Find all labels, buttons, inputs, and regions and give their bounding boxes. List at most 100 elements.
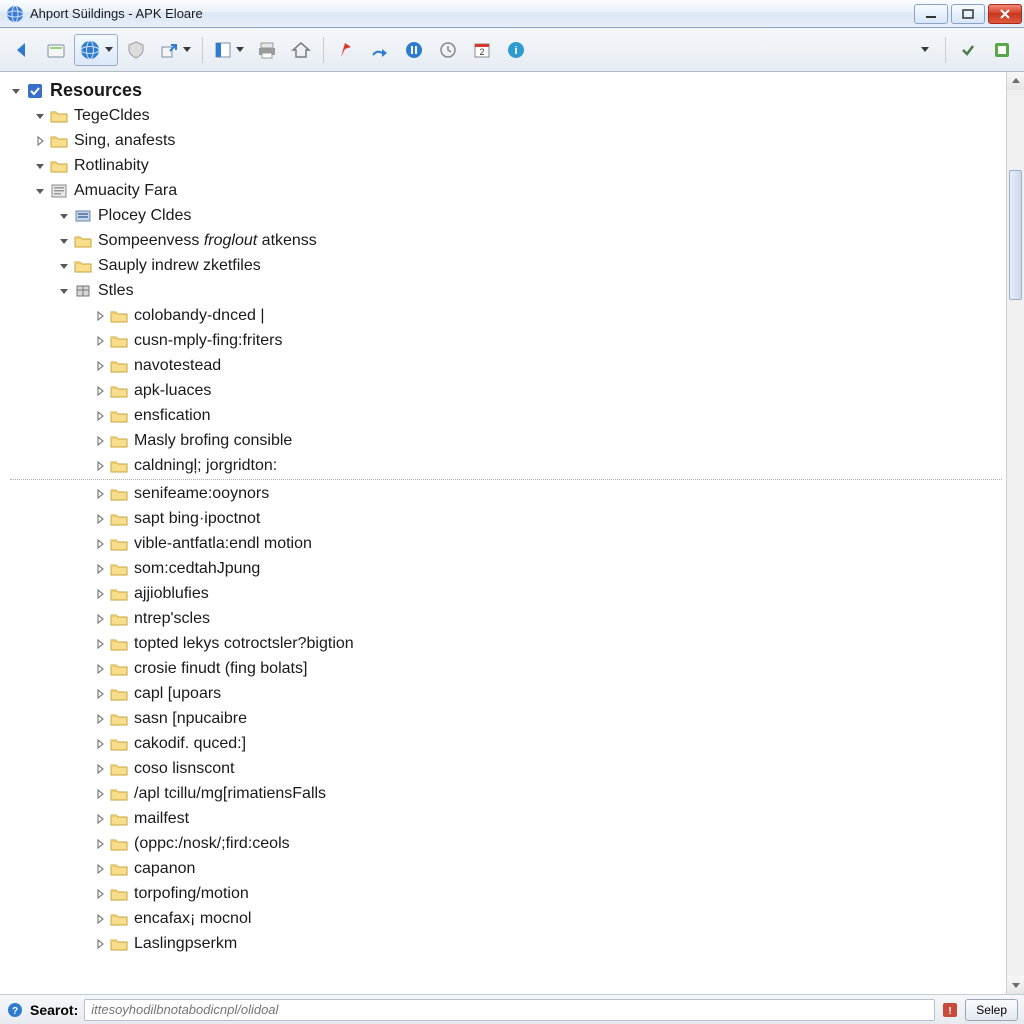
disclosure-icon[interactable] — [94, 663, 106, 675]
tree-item[interactable]: cusn-mply-fing:friters — [10, 328, 1002, 353]
back-button[interactable] — [6, 34, 38, 66]
search-button[interactable]: Selep — [965, 999, 1018, 1021]
check-button[interactable] — [952, 34, 984, 66]
print-button[interactable] — [251, 34, 283, 66]
disclosure-icon[interactable] — [94, 410, 106, 422]
disclosure-icon[interactable] — [94, 688, 106, 700]
scroll-up-arrow[interactable] — [1007, 72, 1024, 90]
globe-button[interactable] — [74, 34, 118, 66]
tree-item[interactable]: colobandy-dnced | — [10, 303, 1002, 328]
vertical-scrollbar[interactable] — [1006, 72, 1024, 994]
scroll-track[interactable] — [1007, 90, 1024, 976]
tree-item[interactable]: Plocey Cldes — [10, 203, 1002, 228]
disclosure-icon[interactable] — [34, 185, 46, 197]
scroll-down-arrow[interactable] — [1007, 976, 1024, 994]
tree-item[interactable]: capanon — [10, 856, 1002, 881]
tree-item-label: Laslingpserkm — [134, 935, 237, 953]
search-input[interactable] — [84, 999, 935, 1021]
tree-item[interactable]: apk-luaces — [10, 378, 1002, 403]
home-button[interactable] — [285, 34, 317, 66]
disclosure-icon[interactable] — [94, 385, 106, 397]
minimize-button[interactable] — [914, 4, 948, 24]
tree-item[interactable]: ensfication — [10, 403, 1002, 428]
calendar-button[interactable]: 2 — [466, 34, 498, 66]
disclosure-icon[interactable] — [94, 713, 106, 725]
disclosure-icon[interactable] — [94, 888, 106, 900]
disclosure-icon[interactable] — [94, 788, 106, 800]
tree-item[interactable]: Amuacity Fara — [10, 178, 1002, 203]
tree-item[interactable]: coso lisnscont — [10, 756, 1002, 781]
clock-button[interactable] — [432, 34, 464, 66]
tree-item[interactable]: torpofing/motion — [10, 881, 1002, 906]
tree-item[interactable]: TegeCldes — [10, 103, 1002, 128]
tree-item[interactable]: mailfest — [10, 806, 1002, 831]
tree-item[interactable]: cakodif. quced:] — [10, 731, 1002, 756]
disclosure-icon[interactable] — [94, 310, 106, 322]
tree-item[interactable]: sasn [npucaibre — [10, 706, 1002, 731]
disclosure-icon[interactable] — [58, 260, 70, 272]
disclosure-icon[interactable] — [94, 738, 106, 750]
disclosure-icon[interactable] — [94, 588, 106, 600]
file-button[interactable] — [40, 34, 72, 66]
tree-item[interactable]: ajjioblufies — [10, 581, 1002, 606]
tree-item[interactable]: /apl tcillu/mg[rimatiensFalls — [10, 781, 1002, 806]
more-button[interactable] — [907, 34, 939, 66]
disclosure-icon[interactable] — [94, 613, 106, 625]
flag-button[interactable] — [330, 34, 362, 66]
disclosure-icon[interactable] — [94, 638, 106, 650]
disclosure-icon[interactable] — [34, 160, 46, 172]
disclosure-icon[interactable] — [94, 863, 106, 875]
disclosure-icon[interactable] — [94, 513, 106, 525]
help-icon[interactable]: ? — [6, 1001, 24, 1019]
disclosure-icon[interactable] — [94, 360, 106, 372]
tree-item[interactable]: senifeame:ooynors — [10, 481, 1002, 506]
tree-item[interactable]: Resources — [10, 78, 1002, 103]
pause-button[interactable] — [398, 34, 430, 66]
tree-item[interactable]: Laslingpserkm — [10, 931, 1002, 956]
disclosure-icon[interactable] — [10, 85, 22, 97]
disclosure-icon[interactable] — [94, 938, 106, 950]
tree-item[interactable]: Stles — [10, 278, 1002, 303]
tree-item[interactable]: topted lekys cotroctsler?bigtion — [10, 631, 1002, 656]
tree-item[interactable]: capl [upoars — [10, 681, 1002, 706]
disclosure-icon[interactable] — [34, 110, 46, 122]
tree-item[interactable]: sapt bing·ipoctnot — [10, 506, 1002, 531]
disclosure-icon[interactable] — [58, 210, 70, 222]
resource-tree[interactable]: ResourcesTegeCldesSing, anafestsRotlinab… — [0, 72, 1006, 994]
disclosure-icon[interactable] — [34, 135, 46, 147]
panel-button[interactable] — [209, 34, 249, 66]
info-button[interactable]: i — [500, 34, 532, 66]
tree-item[interactable]: encafax¡ mocnol — [10, 906, 1002, 931]
shield-button[interactable] — [120, 34, 152, 66]
tree-item[interactable]: Rotlinabity — [10, 153, 1002, 178]
tree-item[interactable]: Sompeenvess froglout atkenss — [10, 228, 1002, 253]
tree-item[interactable]: crosie finudt (fing bolats] — [10, 656, 1002, 681]
disclosure-icon[interactable] — [94, 838, 106, 850]
close-button[interactable] — [988, 4, 1022, 24]
tree-item[interactable]: caldningļ; jorgridton: — [10, 453, 1002, 478]
scroll-thumb[interactable] — [1009, 170, 1022, 300]
tree-item[interactable]: ntrep'scles — [10, 606, 1002, 631]
disclosure-icon[interactable] — [94, 563, 106, 575]
tree-item[interactable]: som:cedtahJpung — [10, 556, 1002, 581]
disclosure-icon[interactable] — [94, 435, 106, 447]
disclosure-icon[interactable] — [94, 763, 106, 775]
maximize-button[interactable] — [951, 4, 985, 24]
disclosure-icon[interactable] — [94, 335, 106, 347]
run-button[interactable] — [364, 34, 396, 66]
tree-item[interactable]: Masly brofing consible — [10, 428, 1002, 453]
disclosure-icon[interactable] — [94, 913, 106, 925]
disclosure-icon[interactable] — [58, 285, 70, 297]
tree-item[interactable]: (opрc:/nosk/;fird:ceols — [10, 831, 1002, 856]
tree-item[interactable]: navotestead — [10, 353, 1002, 378]
tree-item[interactable]: Sing, anafests — [10, 128, 1002, 153]
tree-item[interactable]: vible-antfatla:endl motion — [10, 531, 1002, 556]
disclosure-icon[interactable] — [58, 235, 70, 247]
disclosure-icon[interactable] — [94, 538, 106, 550]
disclosure-icon[interactable] — [94, 813, 106, 825]
disclosure-icon[interactable] — [94, 460, 106, 472]
tree-item[interactable]: Sauply indrew zketfiles — [10, 253, 1002, 278]
util-button[interactable] — [986, 34, 1018, 66]
export-button[interactable] — [154, 34, 196, 66]
disclosure-icon[interactable] — [94, 488, 106, 500]
